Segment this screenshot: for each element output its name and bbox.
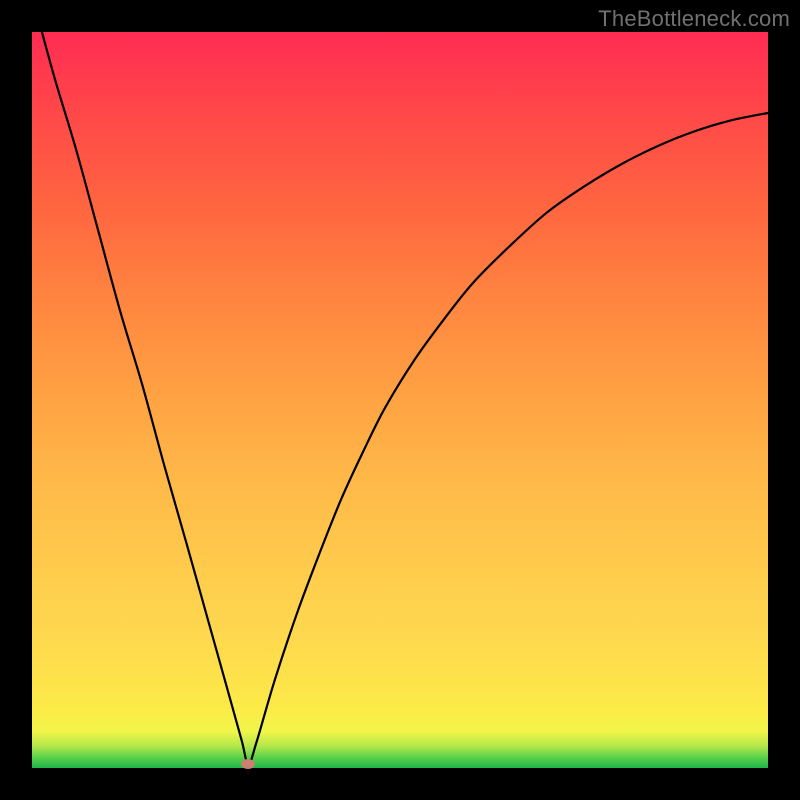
bottleneck-curve <box>32 32 768 764</box>
chart-frame: TheBottleneck.com <box>0 0 800 800</box>
optimum-marker <box>241 759 255 769</box>
watermark-text: TheBottleneck.com <box>598 6 790 32</box>
curve-svg <box>32 32 768 768</box>
plot-area <box>32 32 768 768</box>
